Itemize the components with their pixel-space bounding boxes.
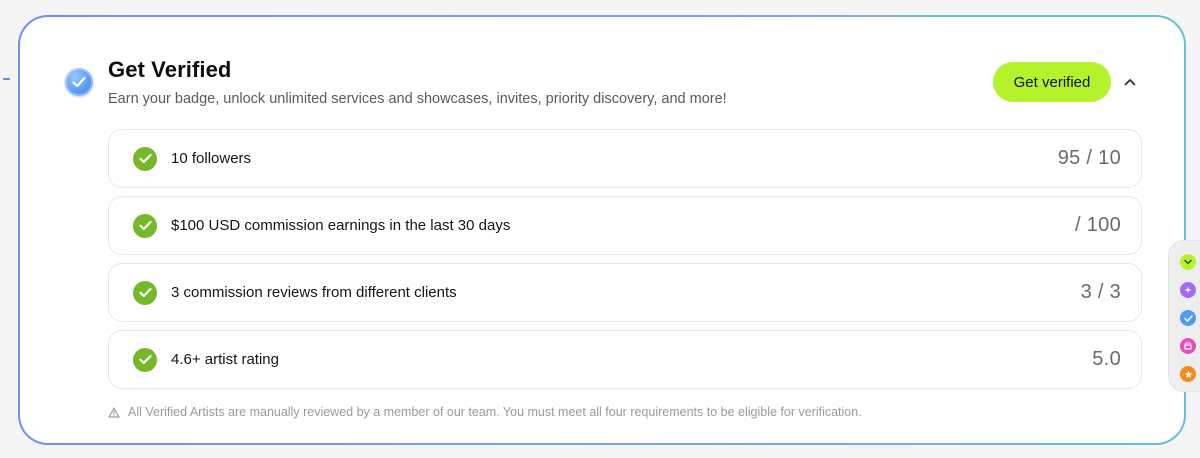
check-circle-icon <box>133 347 157 372</box>
requirement-row-reviews: 3 commission reviews from different clie… <box>108 263 1142 322</box>
verified-check-icon <box>65 68 93 96</box>
get-verified-button[interactable]: Get verified <box>993 62 1111 102</box>
chevron-up-icon <box>1124 79 1136 86</box>
requirement-progress: 3 / 3 <box>1080 281 1121 303</box>
side-dock <box>1168 240 1200 392</box>
requirement-label: 3 commission reviews from different clie… <box>171 284 457 301</box>
requirement-label: 10 followers <box>171 150 252 167</box>
requirement-row-earnings: $100 USD commission earnings in the last… <box>108 196 1142 255</box>
requirement-row-rating: 4.6+ artist rating 5.0 <box>108 330 1142 389</box>
requirement-progress: / 100 <box>1075 214 1121 236</box>
left-edge-marker <box>3 78 10 80</box>
check-circle-icon <box>133 146 157 171</box>
requirement-label: 4.6+ artist rating <box>171 351 279 368</box>
orange-star-icon[interactable] <box>1180 366 1196 382</box>
requirement-progress: 5.0 <box>1092 348 1121 370</box>
requirement-progress: 95 / 10 <box>1057 147 1121 169</box>
verification-card: Get Verified Earn your badge, unlock unl… <box>20 17 1184 443</box>
footnote-text: All Verified Artists are manually review… <box>128 405 862 419</box>
requirement-row-followers: 10 followers 95 / 10 <box>108 129 1142 188</box>
check-circle-icon <box>133 213 157 238</box>
lime-badge-icon[interactable] <box>1180 254 1196 270</box>
check-circle-icon <box>133 280 157 305</box>
requirement-label: $100 USD commission earnings in the last… <box>171 217 511 234</box>
pink-shop-icon[interactable] <box>1180 338 1196 354</box>
collapse-toggle[interactable] <box>1120 73 1140 91</box>
page-title: Get Verified <box>108 57 232 82</box>
warning-triangle-icon <box>108 406 120 418</box>
purple-sparkle-icon[interactable] <box>1180 282 1196 298</box>
page-subtitle: Earn your badge, unlock unlimited servic… <box>108 91 727 107</box>
blue-check-icon[interactable] <box>1180 310 1196 326</box>
verification-footnote: All Verified Artists are manually review… <box>108 405 862 419</box>
verification-card-border: Get Verified Earn your badge, unlock unl… <box>18 15 1186 445</box>
requirements-list: 10 followers 95 / 10 $100 USD commission… <box>108 129 1142 397</box>
